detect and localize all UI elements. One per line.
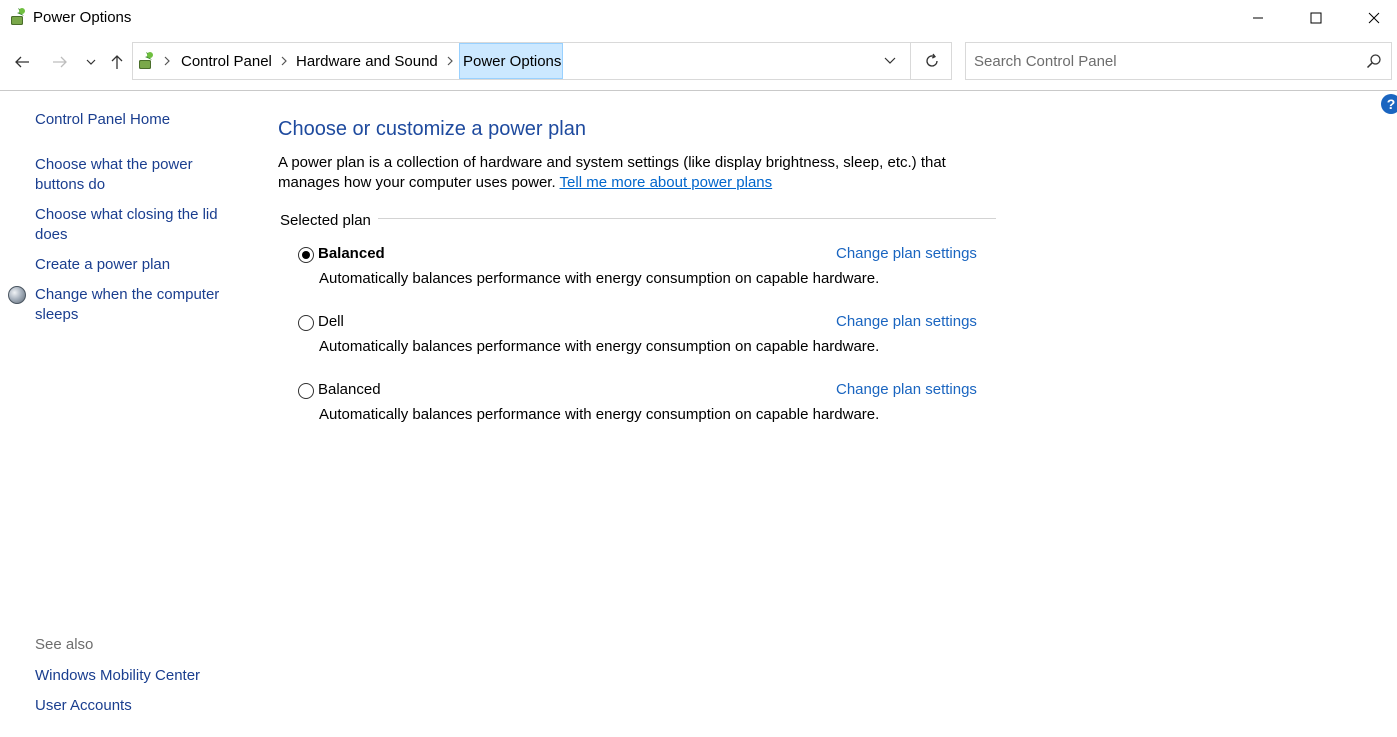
header-divider <box>0 90 1397 91</box>
arrow-up-icon <box>111 55 123 69</box>
minimize-icon <box>1253 17 1263 19</box>
minimize-button[interactable] <box>1229 0 1287 36</box>
close-icon <box>1368 12 1380 24</box>
change-plan-settings-link[interactable]: Change plan settings <box>836 381 977 398</box>
recent-locations-button[interactable] <box>80 48 102 76</box>
power-options-icon <box>136 51 156 71</box>
group-divider <box>378 218 996 219</box>
radio-selected-dot <box>302 251 310 259</box>
sidebar-link-power-buttons[interactable]: Choose what the power buttons do <box>35 155 240 195</box>
arrow-right-icon <box>53 56 67 68</box>
back-button[interactable] <box>8 48 36 76</box>
plan-radio-dell[interactable] <box>298 315 314 331</box>
plan-name[interactable]: Balanced <box>318 245 385 262</box>
chevron-right-icon[interactable] <box>160 50 174 72</box>
see-also-heading: See also <box>35 636 94 653</box>
breadcrumb-hardware-and-sound[interactable]: Hardware and Sound <box>296 53 438 70</box>
search-icon[interactable] <box>1364 51 1384 71</box>
maximize-button[interactable] <box>1287 0 1345 36</box>
plan-description: Automatically balances performance with … <box>319 338 880 355</box>
close-button[interactable] <box>1345 0 1397 36</box>
sidebar-link-closing-lid[interactable]: Choose what closing the lid does <box>35 205 240 245</box>
change-plan-settings-link[interactable]: Change plan settings <box>836 245 977 262</box>
search-input[interactable] <box>966 43 1361 79</box>
arrow-left-icon <box>15 56 29 68</box>
plan-description: Automatically balances performance with … <box>319 270 880 287</box>
learn-more-link[interactable]: Tell me more about power plans <box>560 174 773 191</box>
intro-paragraph: A power plan is a collection of hardware… <box>278 153 998 193</box>
breadcrumb-power-options[interactable]: Power Options <box>463 53 561 70</box>
address-divider <box>910 43 911 79</box>
plan-radio-balanced[interactable] <box>298 247 314 263</box>
sidebar-link-computer-sleeps[interactable]: Change when the computer sleeps <box>35 285 240 325</box>
see-also-link-user-accounts[interactable]: User Accounts <box>35 696 240 716</box>
chevron-right-icon[interactable] <box>443 50 457 72</box>
plan-name[interactable]: Dell <box>318 313 344 330</box>
refresh-icon <box>926 53 938 67</box>
refresh-button[interactable] <box>918 47 946 75</box>
forward-button[interactable] <box>46 48 74 76</box>
selected-plan-group-label: Selected plan <box>280 212 371 229</box>
breadcrumb-control-panel[interactable]: Control Panel <box>181 53 272 70</box>
plan-radio-balanced-2[interactable] <box>298 383 314 399</box>
change-plan-settings-link[interactable]: Change plan settings <box>836 313 977 330</box>
plan-name[interactable]: Balanced <box>318 381 381 398</box>
see-also-link-mobility-center[interactable]: Windows Mobility Center <box>35 666 240 686</box>
address-history-button[interactable] <box>876 43 904 79</box>
moon-sleep-icon <box>8 286 26 304</box>
window-title: Power Options <box>33 9 132 26</box>
sidebar-link-control-panel-home[interactable]: Control Panel Home <box>35 110 240 130</box>
page-title: Choose or customize a power plan <box>278 118 586 140</box>
maximize-icon <box>1310 12 1322 24</box>
chevron-right-icon[interactable] <box>277 50 291 72</box>
sidebar-link-create-power-plan[interactable]: Create a power plan <box>35 255 240 275</box>
up-button[interactable] <box>103 48 131 76</box>
plan-description: Automatically balances performance with … <box>319 406 880 423</box>
help-button[interactable]: ? <box>1381 94 1397 114</box>
power-options-icon <box>8 7 28 27</box>
chevron-down-icon <box>884 57 896 64</box>
chevron-down-icon <box>86 59 96 65</box>
title-bar <box>0 0 1397 36</box>
